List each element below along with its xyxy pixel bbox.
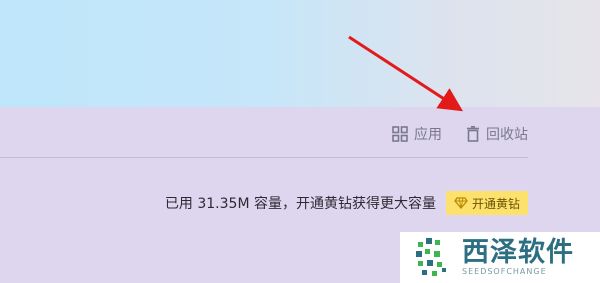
apps-label: 应用: [414, 127, 442, 143]
open-yellow-diamond-button[interactable]: 开通黄钻: [445, 191, 528, 215]
watermark-title: 西泽软件: [462, 237, 574, 268]
recycle-bin-label: 回收站: [486, 127, 528, 143]
recycle-bin-button[interactable]: 回收站: [466, 124, 528, 144]
toolbar: 应用 回收站: [392, 124, 528, 144]
storage-capacity-text: 已用 31.35M 容量，开通黄钻获得更大容量: [164, 196, 436, 212]
storage-row: 已用 31.35M 容量，开通黄钻获得更大容量 开通黄钻: [165, 191, 528, 215]
watermark-subtitle: SEEDSOFCHANGE: [462, 267, 547, 276]
grid-icon: [392, 126, 408, 142]
watermark-logo: 西泽软件 SEEDSOFCHANGE: [400, 232, 600, 283]
diamond-icon: [454, 197, 468, 209]
apps-button[interactable]: 应用: [392, 124, 442, 144]
divider: [0, 157, 528, 158]
vip-button-label: 开通黄钻: [471, 196, 520, 211]
dotted-logo-icon: [416, 237, 446, 276]
page: 应用 回收站 已用 31.35M 容量，开通黄钻获得更大容量 开通黄钻 西泽软件…: [0, 0, 600, 283]
watermark-text: 西泽软件 SEEDSOFCHANGE: [462, 239, 574, 276]
top-banner: [0, 0, 600, 107]
trash-icon: [467, 126, 479, 142]
